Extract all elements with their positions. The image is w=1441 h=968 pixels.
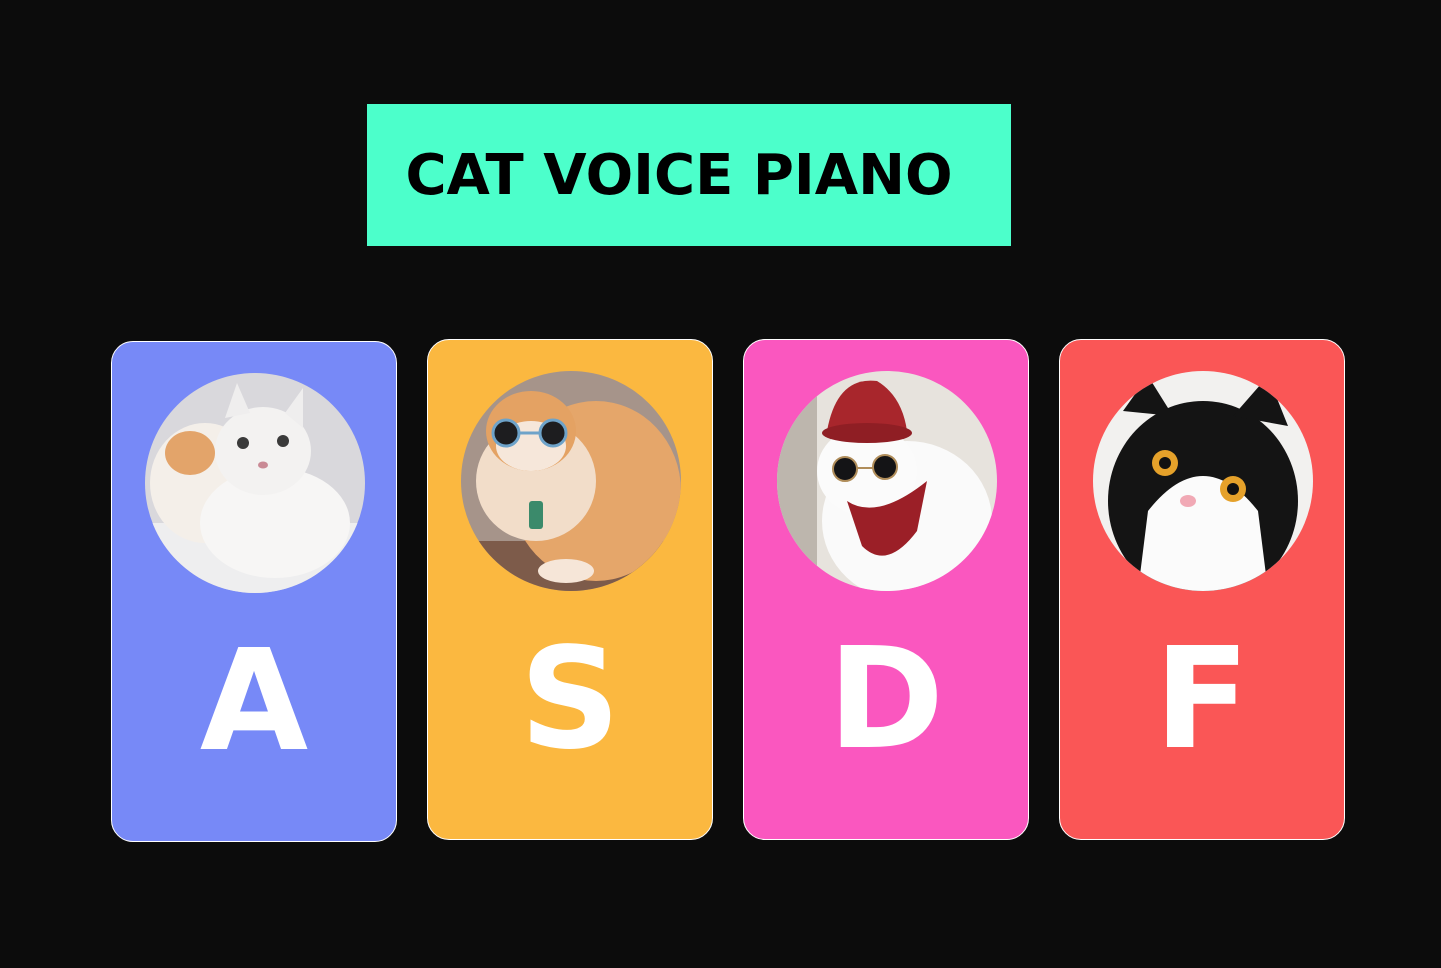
piano-key-s[interactable]: S	[427, 339, 713, 840]
cat-photo-white-cat-red-hat-sunglasses	[777, 371, 997, 591]
page-title: CAT VOICE PIANO	[405, 142, 953, 208]
key-letter: D	[827, 618, 945, 781]
piano-key-d[interactable]: D	[743, 339, 1029, 840]
cat-photo-white-cats-cuddling	[145, 373, 365, 593]
piano-key-f[interactable]: F	[1059, 339, 1345, 840]
piano-key-a[interactable]: A	[111, 341, 397, 842]
cat-photo-black-white-cat	[1093, 371, 1313, 591]
key-letter: S	[519, 618, 621, 781]
cat-photo-orange-cat-sunglasses	[461, 371, 681, 591]
key-letter: F	[1154, 618, 1250, 781]
key-letter: A	[199, 620, 309, 783]
title-banner: CAT VOICE PIANO	[367, 104, 1011, 246]
piano-keys: A S D F	[111, 339, 1347, 842]
